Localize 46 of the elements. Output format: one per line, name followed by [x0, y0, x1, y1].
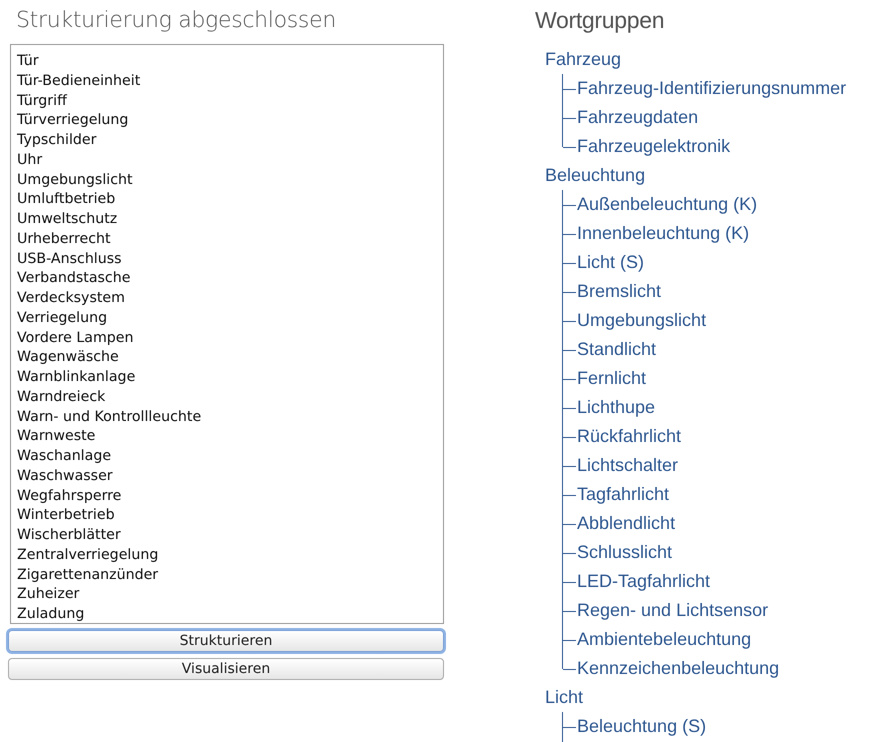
- tree-item-link[interactable]: Fahrzeug-Identifizierungsnummer: [577, 78, 846, 98]
- text-area[interactable]: Tür Tür-Bedieneinheit Türgriff Türverriegelung Typschilder Uhr Umgebungslicht Umluftbetrieb Umweltschutz Urheberrecht USB-Anschluss Verbandstasche Verdecksystem Verriegelung Vordere Lampen Wagenwäsche Warnblinkanlage Warndreieck Warn- und Kontrollleuchte Warnweste Waschanlage Waschwasser Wegfahrsperre Winterbetrieb Wischerblätter Zentralverriegelung Zigarettenanzünder Zuheizer Zuladung: [10, 44, 444, 624]
- tree-item-link[interactable]: Licht (S): [577, 252, 644, 272]
- tree-line: [562, 306, 577, 335]
- tree-line: [562, 364, 577, 393]
- tree-item-link[interactable]: Rückfahrlicht: [577, 426, 682, 446]
- tree-line: [562, 190, 577, 219]
- action-button[interactable]: Visualisieren: [8, 658, 444, 680]
- tree-item-link[interactable]: Ambientebeleuchtung: [577, 629, 752, 649]
- tree-item-link[interactable]: Außenbeleuchtung (K): [577, 194, 758, 214]
- tree-item-link[interactable]: Regen- und Lichtsensor: [577, 600, 768, 620]
- tree-item-link[interactable]: Beleuchtung (S): [577, 716, 706, 736]
- tree-line: [562, 422, 577, 451]
- tree-line: [562, 596, 577, 625]
- tree-item-link[interactable]: Lichtschalter: [577, 455, 678, 475]
- tree-item-link[interactable]: LED-Tagfahrlicht: [577, 571, 710, 591]
- tree-item-link[interactable]: Fernlicht: [577, 368, 646, 388]
- tree-line: [562, 451, 577, 480]
- tree-line: [562, 393, 577, 422]
- tree-line: [562, 219, 577, 248]
- tree-line: [562, 538, 577, 567]
- tree-group-link[interactable]: Fahrzeug: [545, 45, 622, 74]
- action-button[interactable]: Strukturieren: [8, 630, 444, 652]
- tree-item-link[interactable]: Lichthupe: [577, 397, 656, 417]
- tree-item-link[interactable]: Tagfahrlicht: [577, 484, 670, 504]
- tree-line: [562, 277, 577, 306]
- tree-line: [562, 335, 577, 364]
- tree-line: [562, 248, 577, 277]
- tree-item-link[interactable]: Umgebungslicht: [577, 310, 706, 330]
- tree-item-link[interactable]: Innenbeleuchtung (K): [577, 223, 750, 243]
- tree-item-link[interactable]: Bremslicht: [577, 281, 662, 301]
- tree-line: [562, 712, 577, 741]
- tree-item-link[interactable]: Kennzeichenbeleuchtung: [577, 658, 780, 678]
- tree-item-link[interactable]: Schlusslicht: [577, 542, 672, 562]
- tree-item-link[interactable]: Standlicht: [577, 339, 656, 359]
- panel-title: Strukturierung abgeschlossen: [16, 8, 337, 35]
- tree-group-link[interactable]: Licht: [545, 683, 584, 712]
- tree-item-link[interactable]: Abblendlicht: [577, 513, 676, 533]
- tree-item-link[interactable]: Fahrzeugelektronik: [577, 136, 730, 156]
- tree-group-link[interactable]: Beleuchtung: [545, 161, 646, 190]
- tree-line: [562, 480, 577, 509]
- panel-title: Wortgruppen: [535, 7, 666, 35]
- tree-line: [562, 74, 577, 103]
- tree-line: [562, 567, 577, 596]
- tree-line: [562, 509, 577, 538]
- tree-item-link[interactable]: Fahrzeugdaten: [577, 107, 698, 127]
